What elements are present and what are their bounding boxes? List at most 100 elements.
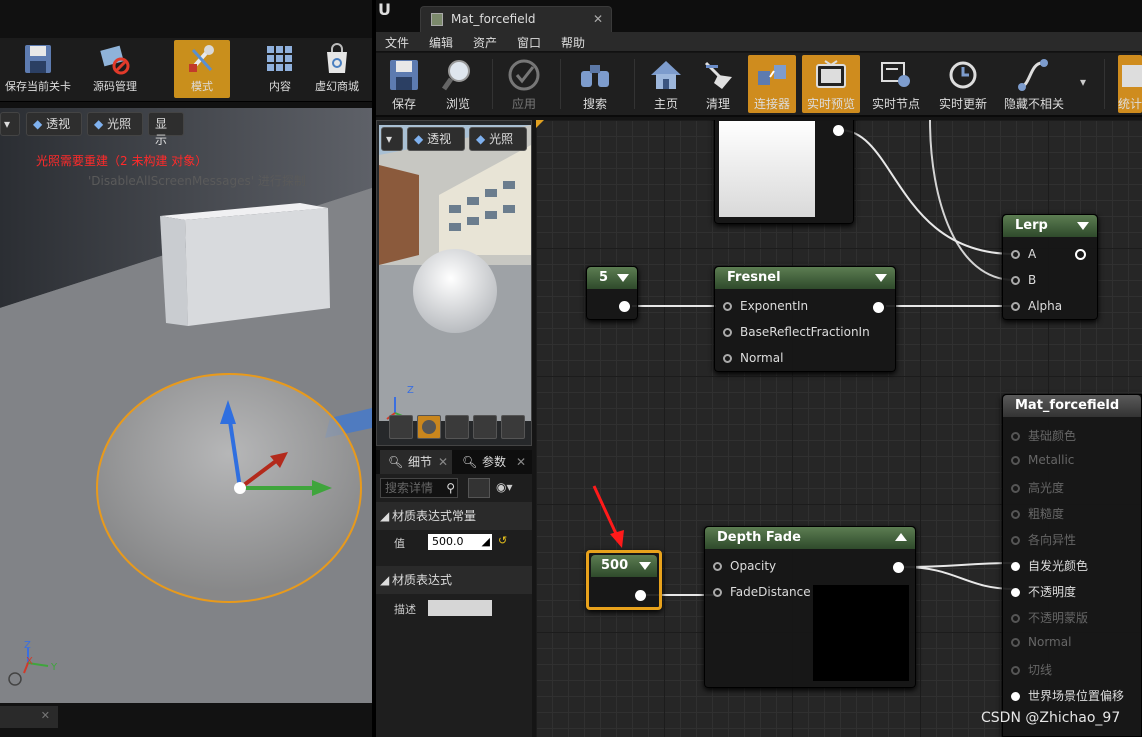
- content-button[interactable]: 内容: [252, 40, 308, 98]
- close-icon[interactable]: ✕: [438, 450, 448, 474]
- pin-label: 基础颜色: [1028, 429, 1077, 443]
- collapse-triangle-icon[interactable]: [875, 274, 887, 282]
- menu-window[interactable]: 窗口: [517, 34, 541, 51]
- lerp-output-pin[interactable]: [1075, 249, 1086, 260]
- tab-mat-forcefield[interactable]: Mat_forcefield ✕: [420, 6, 612, 32]
- live-preview-button[interactable]: 实时预览: [802, 55, 860, 113]
- depth-fade-opacity-pin[interactable]: Opacity: [713, 559, 776, 573]
- fresnel-node[interactable]: Fresnel ExponentIn BaseReflectFractionIn…: [714, 266, 896, 372]
- connectors-button[interactable]: 连接器: [748, 55, 796, 113]
- visibility-eye-icon[interactable]: ◉▾: [496, 480, 513, 494]
- save-level-button[interactable]: 保存当前关卡: [0, 40, 76, 98]
- close-tab-icon[interactable]: ✕: [593, 7, 603, 31]
- material-input-pin[interactable]: Normal: [1011, 635, 1071, 649]
- apply-button[interactable]: 应用: [496, 55, 552, 113]
- lerp-node[interactable]: Lerp A B Alpha: [1002, 214, 1098, 320]
- plane-shape-icon[interactable]: [445, 415, 469, 439]
- cube-shape-icon[interactable]: [473, 415, 497, 439]
- hide-unrelated-button[interactable]: 隐藏不相关: [998, 55, 1070, 113]
- show-button[interactable]: 显示: [148, 112, 184, 147]
- material-preview[interactable]: ▾ ◆ 透视 ◆ 光照 Z: [376, 120, 532, 446]
- fresnel-exponent-pin[interactable]: ExponentIn: [723, 299, 808, 313]
- menu-edit[interactable]: 编辑: [429, 34, 453, 51]
- live-nodes-button[interactable]: 实时节点: [866, 55, 926, 113]
- tab-parameters[interactable]: 🔍︎ 参数 ✕: [454, 450, 530, 474]
- chevron-down-icon: ▾: [4, 117, 11, 131]
- toolbar-overflow-icon[interactable]: ▾: [1080, 75, 1086, 89]
- live-update-button[interactable]: 实时更新: [932, 55, 994, 113]
- clean-button[interactable]: 清理: [690, 55, 746, 113]
- close-icon[interactable]: ✕: [41, 709, 50, 722]
- view-options-icon[interactable]: [468, 478, 490, 498]
- fresnel-output-pin[interactable]: [873, 302, 884, 313]
- browse-button[interactable]: 浏览: [430, 55, 486, 113]
- perspective-label: 透视: [46, 117, 71, 131]
- browse-icon: [441, 60, 470, 91]
- fresnel-basereflect-pin[interactable]: BaseReflectFractionIn: [723, 325, 870, 339]
- material-input-pin[interactable]: 切线: [1011, 661, 1052, 678]
- value-input[interactable]: 500.0 ◢: [428, 534, 492, 550]
- depth-fade-output-pin[interactable]: [893, 562, 904, 573]
- preview-viewport[interactable]: [379, 125, 531, 421]
- level-viewport[interactable]: [0, 108, 372, 703]
- constant-500-output-pin[interactable]: [635, 590, 646, 601]
- material-input-pin[interactable]: Metallic: [1011, 453, 1074, 467]
- modes-button[interactable]: 模式: [174, 40, 230, 98]
- preview-options-dropdown[interactable]: ▾: [381, 127, 403, 151]
- menu-asset[interactable]: 资产: [473, 34, 497, 51]
- menu-help[interactable]: 帮助: [561, 34, 585, 51]
- marketplace-button[interactable]: 虚幻商城: [308, 40, 366, 98]
- lit-button[interactable]: ◆ 光照: [87, 112, 143, 136]
- preview-axis-z-label: Z: [407, 385, 414, 396]
- material-input-pin[interactable]: 世界场景位置偏移: [1011, 687, 1124, 704]
- description-input[interactable]: [428, 600, 492, 616]
- collapse-triangle-icon[interactable]: [617, 274, 629, 282]
- menu-file[interactable]: 文件: [385, 34, 409, 51]
- close-icon[interactable]: ✕: [516, 450, 526, 474]
- preview-perspective-button[interactable]: ◆ 透视: [407, 127, 465, 151]
- fresnel-normal-pin[interactable]: Normal: [723, 351, 783, 365]
- search-button[interactable]: 搜索: [566, 55, 624, 113]
- material-input-pin[interactable]: 不透明蒙版: [1011, 609, 1088, 626]
- section-material-expression[interactable]: ◢ 材质表达式: [376, 566, 532, 594]
- bottom-tab[interactable]: ✕: [0, 706, 58, 728]
- lerp-b-pin[interactable]: B: [1011, 273, 1036, 287]
- save-button[interactable]: 保存: [376, 55, 432, 113]
- texture-sample-node[interactable]: [714, 120, 854, 224]
- material-input-pin[interactable]: 各向异性: [1011, 531, 1076, 548]
- mesh-shape-icon[interactable]: [501, 415, 525, 439]
- material-input-pin[interactable]: 粗糙度: [1011, 505, 1064, 522]
- sphere-shape-icon[interactable]: [417, 415, 441, 439]
- reset-value-icon[interactable]: ↺: [498, 534, 507, 547]
- perspective-button[interactable]: ◆ 透视: [26, 112, 82, 136]
- expand-triangle-icon[interactable]: [895, 533, 907, 541]
- section-material-expression-constant[interactable]: ◢ 材质表达式常量: [376, 502, 532, 530]
- preview-lit-button[interactable]: ◆ 光照: [469, 127, 527, 151]
- lerp-a-pin[interactable]: A: [1011, 247, 1036, 261]
- stats-button[interactable]: 统计: [1118, 55, 1142, 113]
- depth-fade-node[interactable]: Depth Fade Opacity FadeDistance: [704, 526, 916, 688]
- drag-handle-icon[interactable]: ◢: [482, 534, 490, 550]
- constant-500-node[interactable]: 500: [586, 550, 662, 610]
- material-graph[interactable]: 5 Fresnel ExponentIn BaseReflectFraction…: [536, 120, 1142, 737]
- source-control-button[interactable]: 源码管理: [82, 40, 148, 98]
- cylinder-shape-icon[interactable]: [389, 415, 413, 439]
- details-search-input[interactable]: 搜索详情 ⚲: [380, 478, 458, 498]
- constant-5-node[interactable]: 5: [586, 266, 638, 320]
- tab-details[interactable]: 🔍︎ 细节 ✕: [380, 450, 452, 474]
- texture-output-pin[interactable]: [833, 125, 844, 136]
- collapse-triangle-icon[interactable]: [1077, 222, 1089, 230]
- depth-fade-distance-pin[interactable]: FadeDistance: [713, 585, 811, 599]
- material-result-node[interactable]: Mat_forcefield 基础颜色 Metallic 高光度 粗糙度 各向异性 自发光…: [1002, 394, 1142, 737]
- constant-5-output-pin[interactable]: [619, 301, 630, 312]
- viewport-options-dropdown[interactable]: ▾: [0, 112, 20, 136]
- material-input-pin[interactable]: 基础颜色: [1011, 427, 1076, 444]
- material-input-pin[interactable]: 高光度: [1011, 479, 1064, 496]
- lerp-alpha-pin[interactable]: Alpha: [1011, 299, 1062, 313]
- search-icon: 🔍︎: [388, 455, 404, 469]
- collapse-triangle-icon[interactable]: [639, 562, 651, 570]
- home-button[interactable]: 主页: [638, 55, 694, 113]
- pin-icon: [1011, 666, 1020, 675]
- material-input-pin[interactable]: 自发光颜色: [1011, 557, 1088, 574]
- material-input-pin[interactable]: 不透明度: [1011, 583, 1076, 600]
